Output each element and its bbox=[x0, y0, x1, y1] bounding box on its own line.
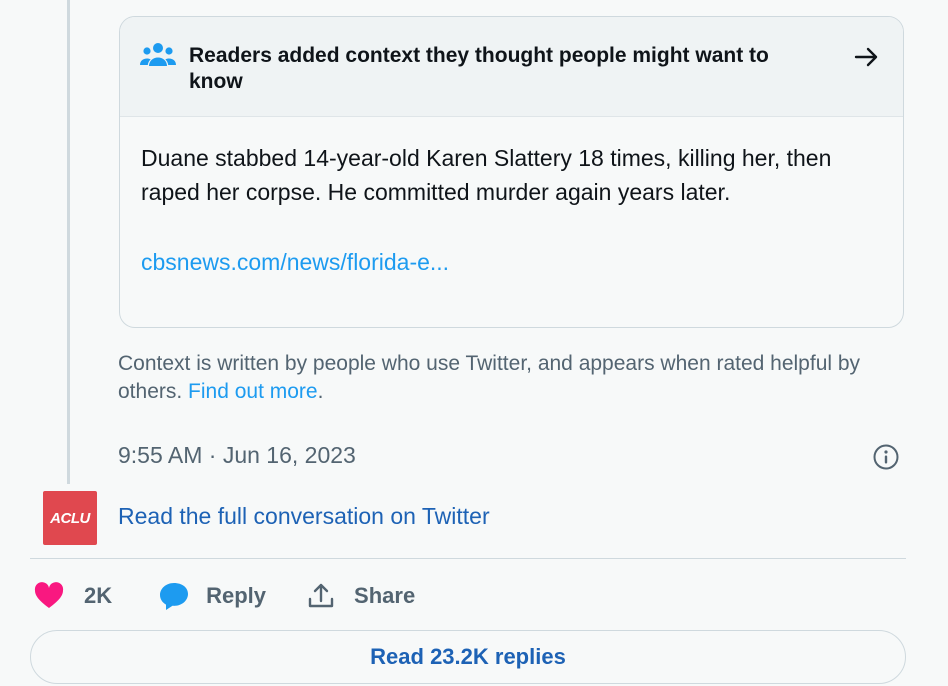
note-body: Duane stabbed 14-year-old Karen Slattery… bbox=[141, 141, 886, 276]
tweet-timestamp[interactable]: 9:55 AM · Jun 16, 2023 bbox=[118, 442, 356, 469]
note-source-link[interactable]: cbsnews.com/news/florida-e... bbox=[141, 249, 449, 276]
context-disclaimer: Context is written by people who use Twi… bbox=[118, 350, 918, 406]
reply-bubble-icon bbox=[160, 583, 189, 610]
read-replies-button[interactable]: Read 23.2K replies bbox=[30, 630, 906, 684]
people-icon bbox=[140, 43, 176, 66]
share-icon bbox=[308, 583, 334, 608]
avatar[interactable]: ACLU bbox=[43, 491, 97, 545]
full-conversation-link[interactable]: Read the full conversation on Twitter bbox=[118, 503, 490, 530]
community-note-card[interactable]: Readers added context they thought peopl… bbox=[119, 16, 904, 328]
info-icon[interactable] bbox=[872, 443, 900, 471]
reply-button[interactable]: Reply bbox=[158, 581, 266, 611]
heart-icon bbox=[34, 582, 64, 608]
divider bbox=[30, 558, 906, 559]
arrow-right-icon[interactable] bbox=[853, 43, 881, 71]
thread-line bbox=[67, 0, 70, 484]
like-button[interactable]: 2K bbox=[34, 582, 112, 610]
read-replies-label: Read 23.2K replies bbox=[370, 644, 566, 669]
note-header[interactable]: Readers added context they thought peopl… bbox=[120, 17, 903, 117]
reply-label: Reply bbox=[206, 583, 267, 608]
note-text: Duane stabbed 14-year-old Karen Slattery… bbox=[141, 145, 832, 205]
share-button[interactable]: Share bbox=[306, 581, 415, 611]
find-out-more-link[interactable]: Find out more bbox=[188, 380, 318, 403]
avatar-logo-text: ACLU bbox=[50, 509, 90, 527]
note-title: Readers added context they thought peopl… bbox=[189, 44, 769, 93]
like-count: 2K bbox=[84, 583, 113, 608]
share-label: Share bbox=[354, 583, 416, 608]
action-bar: 2K Reply Share bbox=[34, 578, 415, 614]
context-suffix: . bbox=[317, 380, 324, 403]
